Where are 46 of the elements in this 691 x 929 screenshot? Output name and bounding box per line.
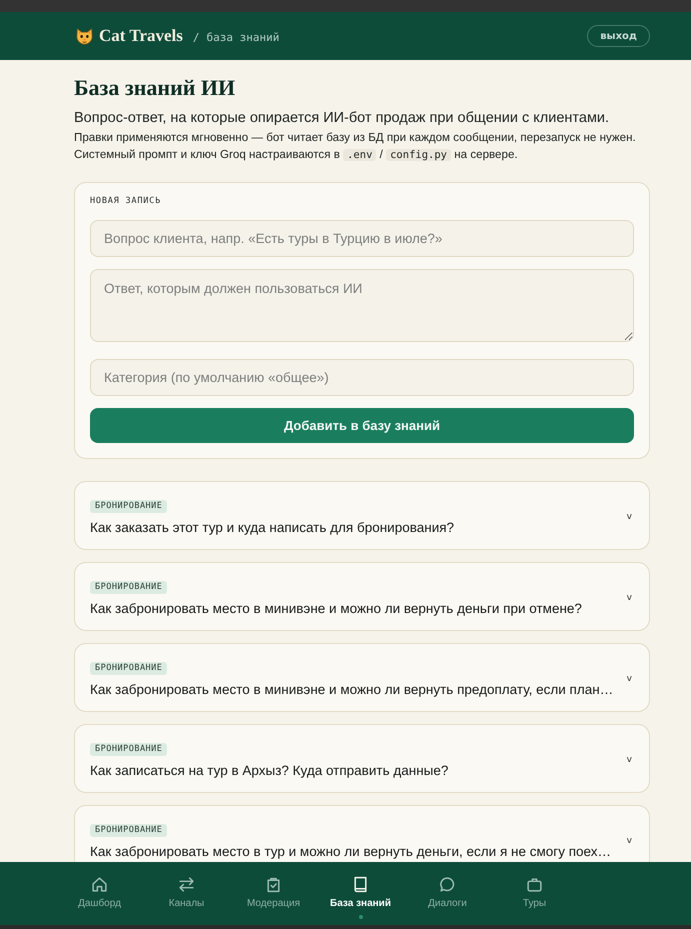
nav-tab[interactable]: Диалоги bbox=[404, 862, 491, 925]
category-tag: БРОНИРОВАНИЕ bbox=[90, 662, 168, 675]
question-text: Как забронировать место в минивэне и можно ли вернуть предоплату, если план… bbox=[90, 681, 614, 699]
nav-tab[interactable]: Каналы bbox=[143, 862, 230, 925]
swap-arrows-icon bbox=[178, 876, 195, 893]
expand-toggle[interactable]: v bbox=[624, 754, 634, 764]
expand-toggle[interactable]: v bbox=[624, 592, 634, 602]
chat-bubble-icon bbox=[439, 876, 456, 893]
breadcrumb-text: база знаний bbox=[206, 30, 280, 44]
page-title: База знаний ИИ bbox=[74, 74, 236, 102]
question-text: Как забронировать место в тур и можно ли вернуть деньги, если я не смогу поех… bbox=[90, 843, 611, 861]
active-dot-icon bbox=[358, 915, 362, 919]
knowledge-entry-card[interactable]: БРОНИРОВАНИЕ Как забронировать место в минивэне и можно ли вернуть предоплату, если план… v bbox=[74, 643, 650, 712]
breadcrumb-separator: / bbox=[192, 30, 200, 44]
nav-tab[interactable]: База знаний bbox=[317, 862, 404, 925]
textarea-field[interactable]: Ответ, которым должен пользоваться ИИ bbox=[90, 269, 634, 342]
nav-tab[interactable]: Модерация bbox=[230, 862, 317, 925]
clipboard-check-icon bbox=[265, 876, 282, 893]
expand-toggle[interactable]: v bbox=[624, 674, 634, 684]
nav-tab[interactable]: Туры bbox=[491, 862, 578, 925]
knowledge-entry-card[interactable]: БРОНИРОВАНИЕ Как заказать этот тур и куда написать для бронирования? v bbox=[74, 481, 650, 550]
knowledge-entry-card[interactable]: БРОНИРОВАНИЕ Как забронировать место в тур и можно ли вернуть деньги, если я не смогу поех… v bbox=[74, 805, 650, 862]
question-text: Как записаться на тур в Архыз? Куда отправить данные? bbox=[90, 762, 448, 780]
home-icon bbox=[91, 876, 108, 893]
book-icon bbox=[352, 876, 369, 893]
text-input-field[interactable]: Категория (по умолчанию «общее») bbox=[90, 359, 634, 396]
page-subtitle: Вопрос-ответ, на которые опирается ИИ-бот продаж при общении с клиентами. bbox=[74, 109, 610, 128]
category-tag: БРОНИРОВАНИЕ bbox=[90, 500, 168, 513]
knowledge-entry-card[interactable]: БРОНИРОВАНИЕ Как забронировать место в минивэне и можно ли вернуть деньги при отмене? v bbox=[74, 562, 650, 631]
question-text: Как забронировать место в минивэне и можно ли вернуть деньги при отмене? bbox=[90, 600, 582, 618]
info-note-text: Правки применяются мгновенно — бот читает базу из БД при каждом сообщении, перезапуск не нужен. Системный промпт и ключ Groq настраиваются в .env / config.py на сервере. bbox=[74, 130, 637, 163]
text-input-field[interactable]: Вопрос клиента, напр. «Есть туры в Турцию в июле?» bbox=[90, 220, 634, 257]
cat-face-icon bbox=[75, 26, 94, 46]
section-label: НОВАЯ ЗАПИСЬ bbox=[90, 195, 162, 207]
category-tag: БРОНИРОВАНИЕ bbox=[90, 824, 168, 837]
expand-toggle[interactable]: v bbox=[624, 512, 634, 522]
logout-button[interactable]: выход bbox=[587, 25, 650, 47]
expand-toggle[interactable]: v bbox=[624, 836, 634, 846]
question-text: Как заказать этот тур и куда написать для бронирования? bbox=[90, 519, 454, 537]
knowledge-entry-card[interactable]: БРОНИРОВАНИЕ Как записаться на тур в Архыз? Куда отправить данные? v bbox=[74, 724, 650, 793]
nav-tab[interactable]: Дашборд bbox=[56, 862, 143, 925]
category-tag: БРОНИРОВАНИЕ bbox=[90, 581, 168, 594]
category-tag: БРОНИРОВАНИЕ bbox=[90, 743, 168, 756]
add-entry-button[interactable]: Добавить в базу знаний bbox=[90, 408, 634, 443]
suitcase-icon bbox=[526, 876, 543, 893]
logo-text: Cat Travels bbox=[99, 26, 183, 46]
